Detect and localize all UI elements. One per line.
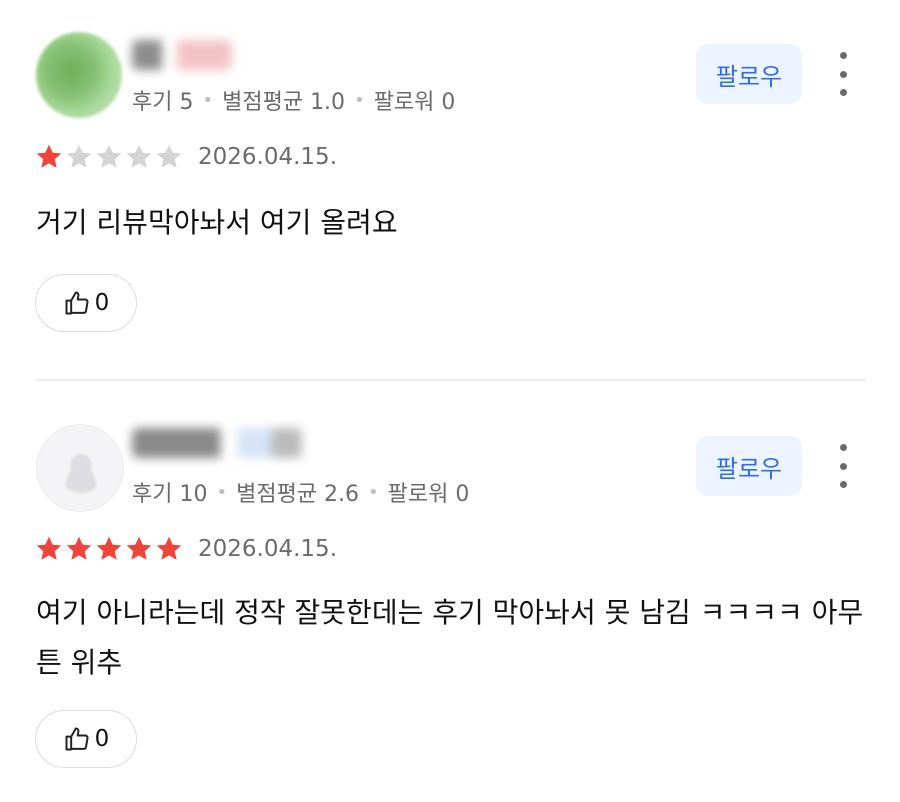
review-text: 거기 리뷰막아놔서 여기 올려요 [36, 206, 398, 239]
thumbs-up-icon [65, 291, 89, 315]
nickname-blurred[interactable] [132, 40, 232, 70]
separator-dot: • [202, 89, 214, 111]
separator-dot: • [354, 89, 365, 111]
star-filled-icon [66, 536, 92, 560]
star-rating: 2026.04.15. [34, 142, 337, 172]
like-button[interactable]: 0 [35, 710, 137, 768]
reviewer-stats: 후기 5 • 별점평균 1.0 • 팔로워 0 [132, 84, 455, 116]
more-options-icon[interactable] [828, 52, 858, 96]
avatar[interactable] [36, 424, 124, 512]
follow-button[interactable]: 팔로우 [696, 44, 802, 104]
star-empty-icon [126, 144, 152, 168]
follower-count: 팔로워 0 [373, 90, 456, 115]
separator-dot: • [368, 481, 379, 503]
star-filled-icon [36, 144, 62, 168]
more-options-icon[interactable] [828, 444, 858, 488]
follow-button[interactable]: 팔로우 [696, 436, 802, 496]
review-date: 2026.04.15. [198, 144, 337, 170]
like-button[interactable]: 0 [35, 274, 137, 332]
separator-dot: • [216, 481, 228, 503]
rating-average: 별점평균 1.0 [222, 90, 346, 115]
nickname-blurred[interactable] [132, 428, 302, 458]
star-filled-icon [36, 536, 62, 560]
star-filled-icon [156, 536, 182, 560]
star-empty-icon [96, 144, 122, 168]
star-empty-icon [156, 144, 182, 168]
star-rating: 2026.04.15. [34, 534, 337, 564]
review-count: 후기 5 [132, 90, 194, 115]
reviewer-stats: 후기 10 • 별점평균 2.6 • 팔로워 0 [132, 476, 469, 508]
default-person-icon [59, 449, 103, 493]
follower-count: 팔로워 0 [387, 482, 470, 507]
review-date: 2026.04.15. [198, 536, 337, 562]
rating-average: 별점평균 2.6 [236, 482, 360, 507]
like-count: 0 [94, 290, 110, 316]
star-empty-icon [66, 144, 92, 168]
review-count: 후기 10 [132, 482, 208, 507]
star-filled-icon [126, 536, 152, 560]
review-text: 여기 아니라는데 정작 잘못한데는 후기 막아놔서 못 남김 ㅋㅋㅋㅋ 아무튼 … [36, 596, 864, 679]
like-count: 0 [94, 726, 110, 752]
thumbs-up-icon [65, 727, 89, 751]
avatar[interactable] [36, 32, 122, 118]
star-filled-icon [96, 536, 122, 560]
